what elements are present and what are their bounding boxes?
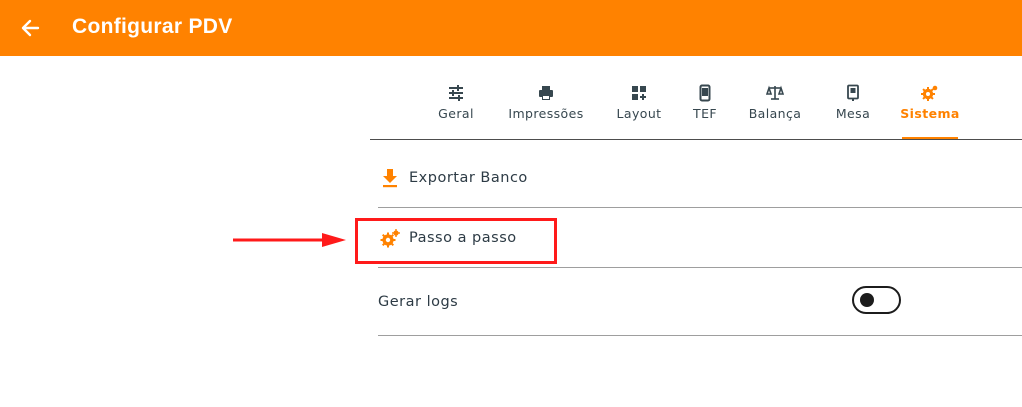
phone-device-icon [699, 84, 711, 102]
printer-icon [539, 86, 553, 100]
tab-label: Impressões [508, 106, 584, 121]
divider [378, 207, 1022, 208]
tab-tef[interactable]: TEF [692, 83, 718, 139]
highlight-box [355, 218, 557, 264]
table-device-icon [847, 84, 859, 101]
tab-bar: Geral Impressões Layout TEF Balança Mesa… [370, 83, 1022, 139]
tab-label: Mesa [835, 106, 871, 121]
scale-icon [766, 85, 784, 100]
toggle-knob [860, 293, 874, 307]
tab-impressoes[interactable]: Impressões [506, 83, 586, 139]
page-title: Configurar PDV [72, 15, 233, 38]
layout-add-icon [632, 86, 646, 100]
tab-label: Layout [616, 106, 662, 121]
tab-mesa[interactable]: Mesa [834, 83, 872, 139]
generate-logs-label: Gerar logs [378, 294, 459, 310]
tab-geral[interactable]: Geral [438, 83, 474, 139]
generate-logs-item: Gerar logs [378, 290, 1022, 314]
pointer-arrow-icon [233, 233, 346, 247]
generate-logs-toggle[interactable] [852, 286, 901, 314]
tab-layout[interactable]: Layout [616, 83, 662, 139]
tab-label: Geral [438, 106, 474, 121]
export-database-item[interactable]: Exportar Banco [378, 166, 1022, 190]
back-button[interactable] [14, 12, 46, 44]
tab-sistema[interactable]: Sistema [900, 83, 960, 139]
tab-bar-divider [370, 139, 1022, 140]
divider [378, 267, 1022, 268]
tab-label: Balança [748, 106, 802, 121]
divider [378, 335, 1022, 336]
tab-label: TEF [693, 106, 717, 121]
tab-balanca[interactable]: Balança [746, 83, 804, 139]
app-bar: Configurar PDV [0, 0, 1022, 56]
download-icon [383, 169, 397, 188]
arrow-left-icon [21, 19, 40, 37]
gears-icon [921, 85, 938, 101]
sliders-icon [449, 85, 463, 101]
export-database-label: Exportar Banco [409, 170, 528, 186]
tab-label: Sistema [900, 106, 960, 121]
